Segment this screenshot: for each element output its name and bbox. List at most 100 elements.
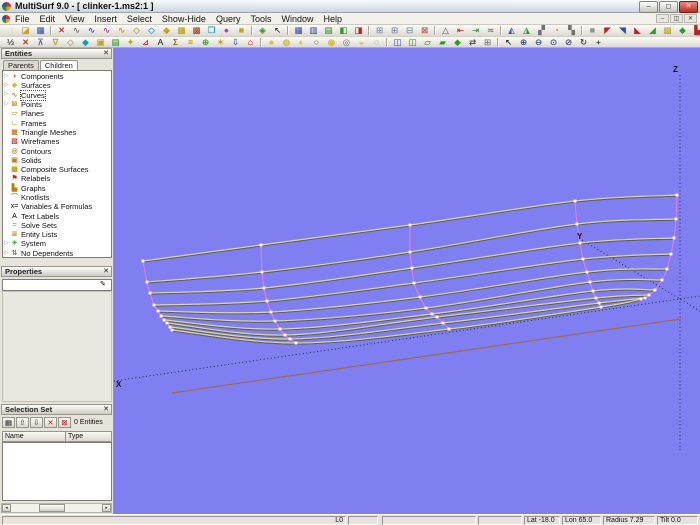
control-point-marker[interactable] (597, 301, 601, 305)
edit-tool-1-icon[interactable]: ■ (585, 25, 600, 36)
entity-tool-6-icon[interactable]: ◆ (78, 37, 93, 48)
entities-close-icon[interactable]: ✕ (103, 49, 109, 58)
entity-tool-11-icon[interactable]: A (153, 37, 168, 48)
control-point-marker[interactable] (260, 270, 264, 274)
view-single-icon[interactable]: ▦ (291, 25, 306, 36)
surface-display-6-icon[interactable]: ⇄ (465, 37, 480, 48)
mdi-restore-icon[interactable]: ◫ (670, 14, 683, 23)
entity-tool-17-icon[interactable]: ⌂ (243, 37, 258, 48)
pointer-select-icon[interactable]: ↖ (501, 37, 516, 48)
insert-block-icon[interactable]: ■ (234, 25, 249, 36)
display-option-1-icon[interactable]: ⊞ (372, 25, 387, 36)
edit-tool-8-icon[interactable]: ▙ (690, 25, 700, 36)
visibility-7-icon[interactable]: ◒ (354, 37, 369, 48)
surface-display-7-icon[interactable]: ⊞ (480, 37, 495, 48)
control-point-marker[interactable] (418, 295, 422, 299)
view-quad-icon[interactable]: ◧ (336, 25, 351, 36)
horizontal-scrollbar[interactable]: ◂ ▸ (1, 503, 112, 513)
tree-item-knotlists[interactable]: ⌒ Knotlists (3, 193, 111, 202)
menu-item-show-hide[interactable]: Show-Hide (157, 14, 211, 24)
control-point-marker[interactable] (447, 327, 451, 331)
control-point-marker[interactable] (262, 286, 266, 290)
edit-tool-4-icon[interactable]: ◣ (630, 25, 645, 36)
entity-tool-16-icon[interactable]: ⇩ (228, 37, 243, 48)
save-file-icon[interactable]: ▦ (33, 25, 48, 36)
control-point-marker[interactable] (585, 270, 589, 274)
control-point-marker[interactable] (145, 280, 149, 284)
control-point-marker[interactable] (643, 296, 647, 300)
close-icon[interactable]: ✕ (679, 1, 698, 13)
edit-tool-3-icon[interactable]: ◥ (615, 25, 630, 36)
control-point-marker[interactable] (675, 193, 679, 197)
entity-tool-4-icon[interactable]: ∇ (48, 37, 63, 48)
tree-item-planes[interactable]: ▱ Planes (3, 109, 111, 118)
insert-sphere-icon[interactable]: ● (219, 25, 234, 36)
expander-icon[interactable]: ▷ (3, 73, 10, 80)
entity-tool-12-icon[interactable]: Σ (168, 37, 183, 48)
tree-item-graphs[interactable]: ▙ Graphs (3, 184, 111, 193)
expander-icon[interactable]: ▷ (3, 83, 10, 89)
control-point-marker[interactable] (265, 299, 269, 303)
surface-display-5-icon[interactable]: ◆ (450, 37, 465, 48)
selection-list[interactable] (2, 442, 112, 501)
move-down-icon[interactable]: ⇩ (30, 417, 43, 428)
menu-item-tools[interactable]: Tools (245, 14, 276, 24)
control-point-marker[interactable] (288, 337, 292, 341)
visibility-5-icon[interactable]: ◉ (324, 37, 339, 48)
menu-item-insert[interactable]: Insert (89, 14, 122, 24)
control-point-marker[interactable] (441, 321, 445, 325)
maximize-icon[interactable]: ◻ (659, 1, 678, 13)
visibility-8-icon[interactable]: ◌ (369, 37, 384, 48)
surface-display-2-icon[interactable]: ◫ (405, 37, 420, 48)
tree-item-system[interactable]: ▷ ✳ System (3, 239, 111, 248)
move-up-icon[interactable]: ⇧ (16, 417, 29, 428)
menu-item-window[interactable]: Window (276, 14, 318, 24)
tree-item-text-labels[interactable]: A Text Labels (3, 211, 111, 221)
column-name[interactable]: Name (2, 431, 66, 442)
insert-mesh-icon[interactable]: ▦ (174, 25, 189, 36)
tree-item-no-dependents[interactable]: ▷ ⇅ No Dependents (3, 249, 111, 257)
pointer-mode-icon[interactable]: ↖ (270, 25, 285, 36)
scroll-left-icon[interactable]: ◂ (2, 504, 11, 512)
control-point-marker[interactable] (578, 241, 582, 245)
insert-lofted-surface-icon[interactable]: ◆ (159, 25, 174, 36)
entity-tool-10-icon[interactable]: ⊿ (138, 37, 153, 48)
control-point-marker[interactable] (294, 341, 298, 345)
surface-display-3-icon[interactable]: ▱ (420, 37, 435, 48)
scroll-right-icon[interactable]: ▸ (102, 504, 111, 512)
tree-item-wireframes[interactable]: ▧ Wireframes (3, 137, 111, 146)
expander-icon[interactable]: ▷ (3, 101, 10, 108)
entity-tool-9-icon[interactable]: ✦ (123, 37, 138, 48)
render-option-4-icon[interactable]: ◔ (549, 25, 564, 36)
control-point-marker[interactable] (283, 333, 287, 337)
mdi-close-icon[interactable]: ✕ (684, 14, 697, 23)
entity-tool-13-icon[interactable]: ≡ (183, 37, 198, 48)
display-option-2-icon[interactable]: ⊞ (387, 25, 402, 36)
align-icon[interactable]: ≍ (483, 25, 498, 36)
mdi-minimize-icon[interactable]: – (656, 14, 669, 23)
menu-item-edit[interactable]: Edit (35, 14, 61, 24)
control-point-marker[interactable] (162, 318, 166, 322)
selection-grid-icon[interactable]: ▦ (2, 417, 15, 428)
properties-input[interactable] (2, 279, 112, 291)
scroll-thumb[interactable] (39, 504, 65, 512)
entity-tool-3-icon[interactable]: ⊼ (33, 37, 48, 48)
control-point-marker[interactable] (152, 303, 156, 307)
tree-item-components[interactable]: ▷ ◖ Components (3, 72, 111, 81)
new-file-icon[interactable]: ▯ (3, 25, 18, 36)
tree-item-solids[interactable]: ▣ Solids (3, 156, 111, 165)
insert-line-icon[interactable]: ∿ (84, 25, 99, 36)
tree-item-triangle-meshes[interactable]: ▦ Triangle Meshes (3, 128, 111, 137)
entity-tool-14-icon[interactable]: ⊕ (198, 37, 213, 48)
control-point-marker[interactable] (408, 223, 412, 227)
control-point-marker[interactable] (430, 312, 434, 316)
control-point-marker[interactable] (273, 319, 277, 323)
control-point-marker[interactable] (647, 293, 651, 297)
open-file-icon[interactable]: ◪ (18, 25, 33, 36)
control-point-marker[interactable] (278, 327, 282, 331)
tree-item-points[interactable]: ▷ ⊠ Points (3, 100, 111, 109)
remove-selected-icon[interactable]: ✕ (44, 417, 57, 428)
visibility-3-icon[interactable]: ◐ (294, 37, 309, 48)
edit-pencil-icon[interactable]: ✎ (100, 281, 106, 288)
tree-item-composite-surfaces[interactable]: ▩ Composite Surfaces (3, 165, 111, 174)
